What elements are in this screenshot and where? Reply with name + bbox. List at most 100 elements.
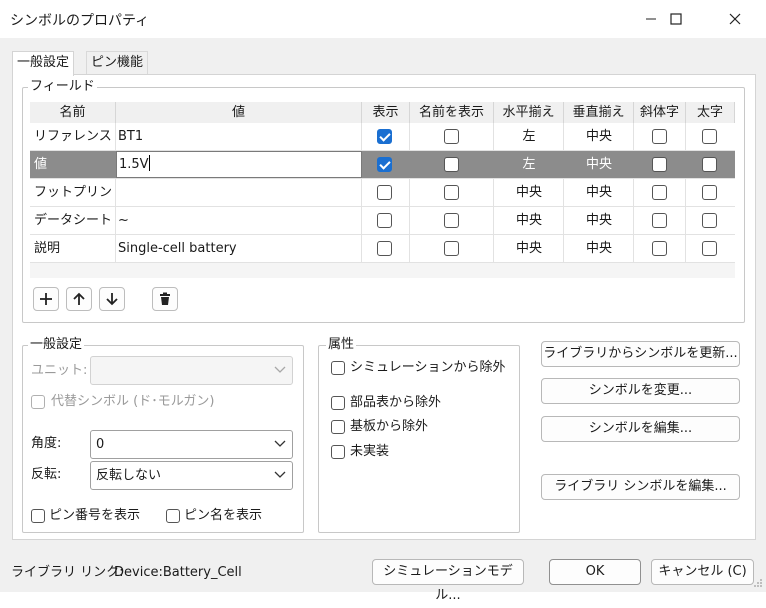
bold-checkbox[interactable] <box>702 213 717 228</box>
col-header-show-name[interactable]: 名前を表示 <box>410 102 494 124</box>
close-icon <box>729 13 741 25</box>
tab-general[interactable]: 一般設定 <box>12 51 75 76</box>
field-name: 説明 <box>34 241 61 256</box>
add-field-button[interactable] <box>33 287 59 311</box>
col-header-bold[interactable]: 太字 <box>686 102 735 124</box>
arrow-up-icon <box>73 292 85 305</box>
v-align-cell[interactable]: 中央 <box>564 151 634 178</box>
angle-value: 0 <box>96 437 105 452</box>
v-align-cell[interactable]: 中央 <box>564 207 634 234</box>
h-align-cell[interactable]: 中央 <box>494 235 564 262</box>
show-pin-names-checkbox[interactable] <box>166 509 180 523</box>
exclude-board-checkbox[interactable] <box>331 420 345 434</box>
move-down-button[interactable] <box>99 287 125 311</box>
col-header-v-align[interactable]: 垂直揃え <box>564 102 634 124</box>
dnp-checkbox[interactable] <box>331 445 345 459</box>
field-value-editor[interactable]: 1.5V <box>116 151 362 178</box>
angle-label: 角度: <box>31 436 62 451</box>
window-title: シンボルのプロパティ <box>10 13 150 29</box>
italic-checkbox[interactable] <box>652 241 667 256</box>
mirror-value: 反転しない <box>96 468 162 483</box>
col-header-h-align[interactable]: 水平揃え <box>494 102 564 124</box>
show-pin-numbers-label: ピン番号を表示 <box>49 508 141 523</box>
v-align-cell[interactable]: 中央 <box>564 179 634 206</box>
edit-symbol-button[interactable]: シンボルを編集... <box>541 416 740 442</box>
table-row[interactable]: リファレンス BT1 左 中央 <box>30 123 735 151</box>
bold-checkbox[interactable] <box>702 185 717 200</box>
v-align-cell[interactable]: 中央 <box>564 235 634 262</box>
col-header-italic[interactable]: 斜体字 <box>634 102 686 124</box>
field-value[interactable]: BT1 <box>118 123 358 150</box>
chevron-down-icon <box>274 366 286 373</box>
show-pin-numbers-checkbox[interactable] <box>31 509 45 523</box>
v-align-cell[interactable]: 中央 <box>564 123 634 150</box>
exclude-bom-label: 部品表から除外 <box>350 395 442 410</box>
edit-library-symbol-button[interactable]: ライブラリ シンボルを編集... <box>541 474 740 500</box>
show-name-checkbox[interactable] <box>444 241 459 256</box>
exclude-sim-label: シミュレーションから除外 <box>350 360 506 375</box>
exclude-sim-checkbox[interactable] <box>331 361 345 375</box>
attributes-group-title: 属性 <box>326 337 357 352</box>
h-align-cell[interactable]: 中央 <box>494 207 564 234</box>
show-checkbox[interactable] <box>377 129 392 144</box>
field-name: データシート <box>34 213 113 228</box>
bold-checkbox[interactable] <box>702 129 717 144</box>
italic-checkbox[interactable] <box>652 129 667 144</box>
bold-checkbox[interactable] <box>702 157 717 172</box>
alt-symbol-label: 代替シンボル (ド･モルガン) <box>51 394 215 409</box>
trash-icon <box>160 292 170 305</box>
simulation-model-button[interactable]: シミュレーションモデル... <box>372 559 524 603</box>
tab-pin-functions[interactable]: ピン機能 <box>86 51 149 75</box>
arrow-down-icon <box>106 293 118 306</box>
ok-button[interactable]: OK <box>549 559 641 585</box>
col-header-name[interactable]: 名前 <box>30 102 116 124</box>
field-value[interactable] <box>118 179 358 206</box>
field-value[interactable]: Single-cell battery <box>118 235 358 262</box>
italic-checkbox[interactable] <box>652 213 667 228</box>
angle-select[interactable]: 0 <box>90 430 293 459</box>
mirror-select[interactable]: 反転しない <box>90 461 293 490</box>
col-header-value[interactable]: 値 <box>116 102 362 124</box>
exclude-bom-checkbox[interactable] <box>331 396 345 410</box>
table-row[interactable]: フットプリント 中央 中央 <box>30 179 735 227</box>
update-from-library-button[interactable]: ライブラリからシンボルを更新... <box>541 341 740 367</box>
fields-group-title: フィールド <box>28 79 97 94</box>
field-name: フットプリント <box>34 185 113 227</box>
show-checkbox[interactable] <box>377 241 392 256</box>
table-row[interactable]: 説明 Single-cell battery 中央 中央 <box>30 235 735 263</box>
h-align-cell[interactable]: 左 <box>494 123 564 150</box>
italic-checkbox[interactable] <box>652 157 667 172</box>
show-checkbox[interactable] <box>377 185 392 200</box>
close-button[interactable] <box>712 0 758 38</box>
delete-field-button[interactable] <box>152 287 178 311</box>
text-caret <box>148 155 150 171</box>
bold-checkbox[interactable] <box>702 241 717 256</box>
field-name: 値 <box>34 157 48 172</box>
show-checkbox[interactable] <box>377 157 392 172</box>
show-name-checkbox[interactable] <box>444 213 459 228</box>
field-name: リファレンス <box>34 129 112 144</box>
table-row[interactable]: データシート ~ 中央 中央 <box>30 207 735 235</box>
show-name-checkbox[interactable] <box>444 185 459 200</box>
show-name-checkbox[interactable] <box>444 157 459 172</box>
show-name-checkbox[interactable] <box>444 129 459 144</box>
maximize-button[interactable] <box>653 0 699 38</box>
chevron-down-icon <box>274 440 286 447</box>
h-align-cell[interactable]: 中央 <box>494 179 564 206</box>
show-checkbox[interactable] <box>377 213 392 228</box>
cancel-button[interactable]: キャンセル (C) <box>651 559 754 585</box>
move-up-button[interactable] <box>66 287 92 311</box>
italic-checkbox[interactable] <box>652 185 667 200</box>
col-header-show[interactable]: 表示 <box>362 102 410 124</box>
alt-symbol-checkbox[interactable] <box>31 395 45 409</box>
unit-select[interactable] <box>90 356 293 385</box>
h-align-cell[interactable]: 左 <box>494 151 564 178</box>
field-value[interactable]: ~ <box>118 207 358 234</box>
chevron-down-icon <box>274 471 286 478</box>
change-symbol-button[interactable]: シンボルを変更... <box>541 378 740 404</box>
general-group-title: 一般設定 <box>28 337 85 352</box>
mirror-label: 反転: <box>31 467 62 482</box>
plus-icon <box>40 293 52 305</box>
resize-grip-icon[interactable] <box>754 578 764 590</box>
show-pin-names-label: ピン名を表示 <box>184 508 263 523</box>
